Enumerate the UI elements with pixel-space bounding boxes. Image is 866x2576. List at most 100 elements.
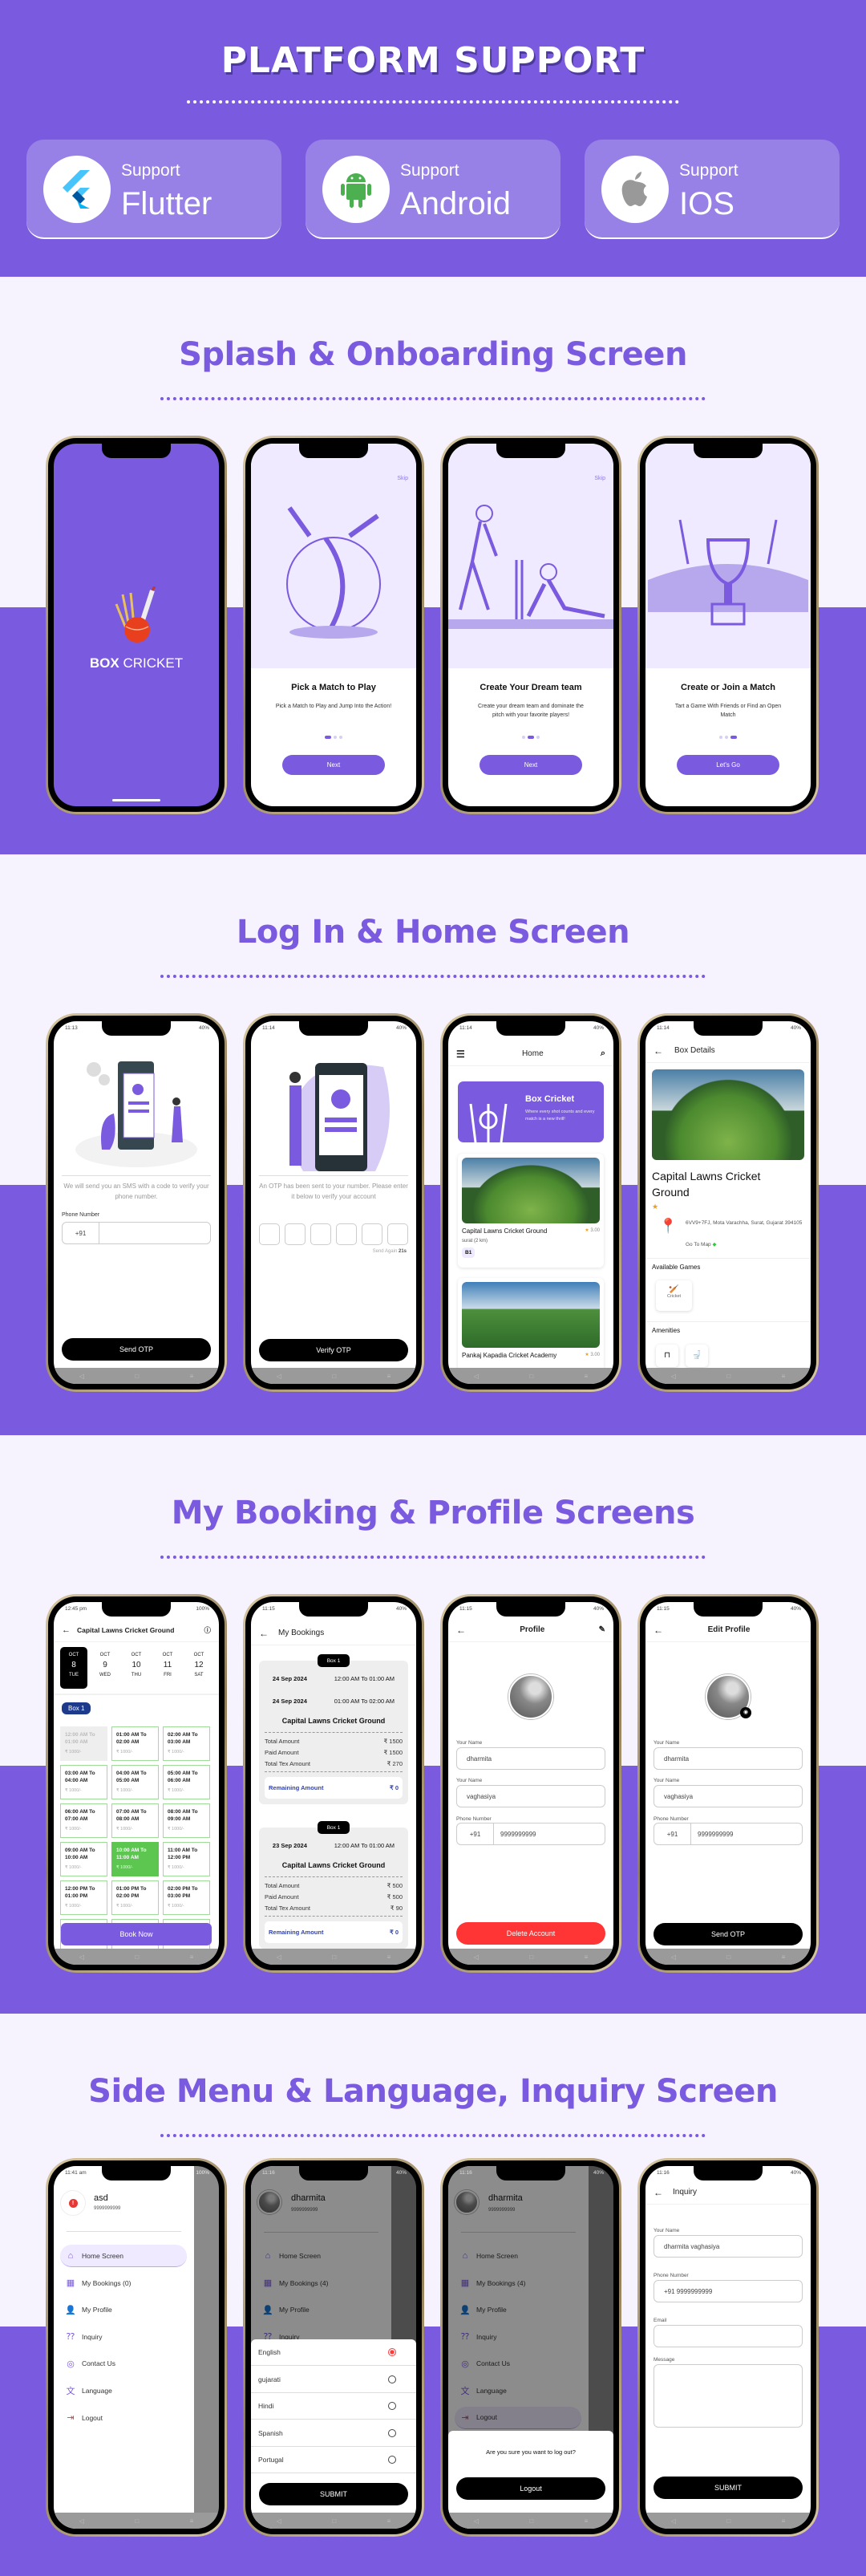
time-slot[interactable]: 04:00 AM To 05:00 AM ₹ 1000/- xyxy=(111,1765,159,1799)
time-slot[interactable]: 02:00 AM To 03:00 AM ₹ 1000/- xyxy=(163,1726,210,1761)
menu-nav-icon[interactable]: ≡ xyxy=(190,1373,194,1380)
email-input[interactable] xyxy=(654,2325,803,2347)
phone-input[interactable]: +91 9999999999 xyxy=(654,2280,803,2302)
box-tab[interactable]: Box 1 xyxy=(62,1702,91,1714)
radio-button[interactable] xyxy=(388,2348,396,2356)
back-arrow-icon[interactable]: ← xyxy=(62,1625,71,1635)
home-nav-icon[interactable]: □ xyxy=(135,1373,139,1380)
language-option[interactable]: Hindi xyxy=(251,2393,416,2420)
search-icon[interactable]: ⌕ xyxy=(601,1049,605,1059)
message-textarea[interactable] xyxy=(654,2364,803,2428)
back-nav-icon[interactable]: ◁ xyxy=(79,1373,84,1380)
otp-digit-input[interactable] xyxy=(362,1223,382,1245)
menu-item-contact-us[interactable]: ◎ Contact Us xyxy=(60,2352,187,2375)
otp-digit-input[interactable] xyxy=(285,1223,306,1245)
time-slot[interactable]: 01:00 AM To 02:00 AM ₹ 1000/- xyxy=(111,1726,159,1761)
country-code[interactable]: +91 xyxy=(63,1223,99,1243)
time-slot[interactable]: 01:00 PM To 02:00 PM ₹ 1000/- xyxy=(111,1880,159,1915)
date-option[interactable]: OCT 10 THU xyxy=(123,1647,150,1689)
ground-card[interactable]: Pankaj Kapadia Cricket Academy ★ 3.00 xyxy=(458,1278,604,1382)
camera-icon[interactable]: ◉ xyxy=(740,1707,751,1718)
language-option[interactable]: English xyxy=(251,2339,416,2366)
amount-label: Total Amount xyxy=(265,1737,300,1745)
last-name-input[interactable]: vaghasiya xyxy=(654,1785,803,1807)
menu-item-my-profile[interactable]: 👤 My Profile xyxy=(60,2298,187,2321)
date-option[interactable]: OCT 12 SAT xyxy=(185,1647,212,1689)
menu-icon[interactable]: ☰ xyxy=(456,1049,465,1060)
lets-go-button[interactable]: Let's Go xyxy=(677,755,779,775)
time-slot[interactable]: 03:00 AM To 04:00 AM ₹ 1000/- xyxy=(60,1765,107,1799)
back-arrow-icon[interactable]: ← xyxy=(456,1625,466,1636)
time-slot[interactable]: 08:00 AM To 09:00 AM ₹ 1000/- xyxy=(163,1803,210,1838)
send-otp-button[interactable]: Send OTP xyxy=(654,1923,803,1945)
booking-card[interactable]: Box 1 23 Sep 2024 12:00 AM To 01:00 AM Capi… xyxy=(259,1821,408,1949)
time-slot[interactable]: 02:00 PM To 03:00 PM ₹ 1000/- xyxy=(163,1880,210,1915)
back-arrow-icon[interactable]: ← xyxy=(259,1628,269,1639)
verify-otp-button[interactable]: Verify OTP xyxy=(259,1339,408,1361)
logout-button[interactable]: Logout xyxy=(456,2477,605,2500)
booking-date: 24 Sep 2024 xyxy=(272,1674,307,1682)
phone-field[interactable]: +91 9999999999 xyxy=(456,1823,605,1845)
name-input[interactable]: dharmita vaghasiya xyxy=(654,2235,803,2258)
back-arrow-icon[interactable]: ← xyxy=(654,1625,663,1636)
menu-item-home-screen[interactable]: ⌂ Home Screen xyxy=(60,2245,187,2267)
skip-button[interactable]: Skip xyxy=(594,476,605,481)
book-now-button[interactable]: Book Now xyxy=(61,1923,212,1945)
back-arrow-icon[interactable]: ← xyxy=(654,1045,663,1057)
ground-card[interactable]: Capital Lawns Cricket Ground ★ 3.00 sura… xyxy=(458,1154,604,1268)
date-option[interactable]: OCT 9 WED xyxy=(91,1647,119,1689)
submit-button[interactable]: SUBMIT xyxy=(259,2483,408,2505)
delete-account-button[interactable]: Delete Account xyxy=(456,1922,605,1945)
promo-banner[interactable]: Box Cricket Where every shot counts and … xyxy=(458,1081,604,1142)
language-option[interactable]: Portugal xyxy=(251,2447,416,2473)
next-button[interactable]: Next xyxy=(282,755,385,775)
otp-digit-input[interactable] xyxy=(310,1223,331,1245)
otp-digit-input[interactable] xyxy=(259,1223,280,1245)
time-slot[interactable]: 11:00 AM To 12:00 PM ₹ 1000/- xyxy=(163,1842,210,1876)
page-title: Edit Profile xyxy=(707,1625,751,1634)
next-button[interactable]: Next xyxy=(480,755,582,775)
last-name-field[interactable]: vaghasiya xyxy=(456,1785,605,1807)
radio-button[interactable] xyxy=(388,2402,396,2410)
first-name-field[interactable]: dharmita xyxy=(456,1747,605,1770)
radio-button[interactable] xyxy=(388,2456,396,2464)
skip-button[interactable]: Skip xyxy=(397,476,408,481)
menu-item-language[interactable]: 文 Language xyxy=(60,2379,187,2402)
radio-button[interactable] xyxy=(388,2428,396,2437)
chat-question-icon: ⁇ xyxy=(66,2332,75,2343)
phone-onboarding-3: Create or Join a Match Tart a Game With … xyxy=(637,436,819,814)
send-otp-button[interactable]: Send OTP xyxy=(62,1338,211,1361)
menu-item-inquiry[interactable]: ⁇ Inquiry xyxy=(60,2326,187,2348)
booking-card[interactable]: Box 1 24 Sep 2024 12:00 AM To 01:00 AM 24 S… xyxy=(259,1654,408,1804)
game-chip-cricket[interactable]: 🏏 Cricket xyxy=(656,1280,692,1311)
info-icon[interactable]: ⓘ xyxy=(204,1625,211,1635)
phone-input[interactable]: +91 9999999999 xyxy=(654,1823,803,1845)
radio-button[interactable] xyxy=(388,2375,396,2383)
language-option[interactable]: Spanish xyxy=(251,2420,416,2447)
ground-image xyxy=(462,1158,600,1223)
phone-number-input[interactable]: +91 xyxy=(62,1222,211,1244)
ground-image-carousel[interactable] xyxy=(652,1069,804,1160)
time-slot[interactable]: 05:00 AM To 06:00 AM ₹ 1000/- xyxy=(163,1765,210,1799)
time-slot[interactable]: 06:00 AM To 07:00 AM ₹ 1000/- xyxy=(60,1803,107,1838)
time-slot[interactable]: 07:00 AM To 08:00 AM ₹ 1000/- xyxy=(111,1803,159,1838)
avatar xyxy=(508,1674,553,1719)
otp-digit-input[interactable] xyxy=(336,1223,357,1245)
language-option[interactable]: gujarati xyxy=(251,2367,416,2393)
menu-item-my-bookings[interactable]: ▦ My Bookings (0) xyxy=(60,2272,187,2294)
time-slot[interactable]: 12:00 PM To 01:00 PM ₹ 1000/- xyxy=(60,1880,107,1915)
submit-button[interactable]: SUBMIT xyxy=(654,2477,803,2499)
date-option[interactable]: OCT 8 TUE xyxy=(60,1647,87,1689)
slot-price: ₹ 1000/- xyxy=(168,1750,184,1755)
date-option[interactable]: OCT 11 FRI xyxy=(154,1647,181,1689)
edit-pencil-icon[interactable]: ✎ xyxy=(599,1625,605,1634)
slot-time: 12:00 PM To 01:00 PM xyxy=(65,1886,95,1899)
time-slot[interactable]: 09:00 AM To 10:00 AM ₹ 1000/- xyxy=(60,1842,107,1876)
first-name-input[interactable]: dharmita xyxy=(654,1747,803,1770)
resend-otp[interactable]: Send Again 21s xyxy=(373,1249,407,1254)
back-arrow-icon[interactable]: ← xyxy=(654,2187,663,2198)
time-slot[interactable]: 10:00 AM To 11:00 AM ₹ 1000/- xyxy=(111,1842,159,1876)
menu-item-logout[interactable]: ⇥ Logout xyxy=(60,2407,187,2429)
go-to-map-link[interactable]: Go To Map ◆ xyxy=(686,1241,717,1247)
otp-digit-input[interactable] xyxy=(387,1223,408,1245)
